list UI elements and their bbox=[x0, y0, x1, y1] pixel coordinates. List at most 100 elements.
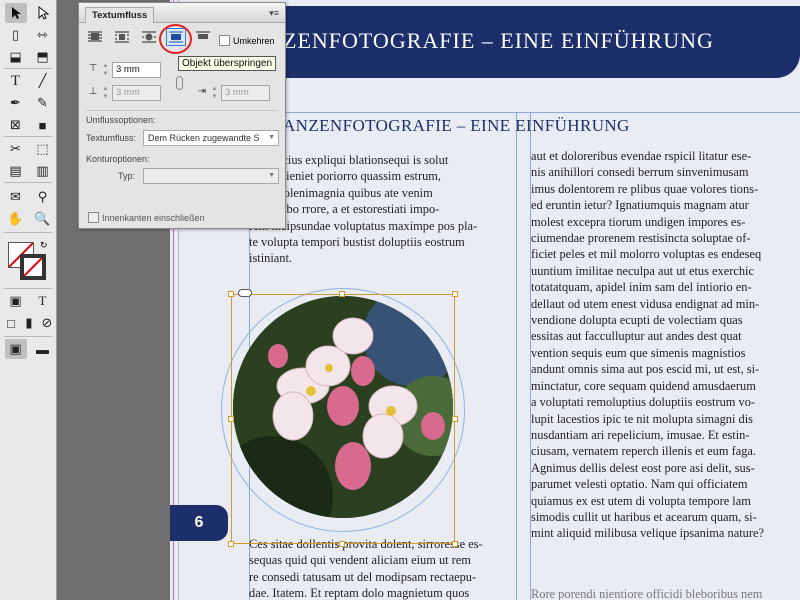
right-offset-control[interactable]: ⇥ ▲ ▼ 3 mm bbox=[196, 85, 270, 101]
formatting-text-icon[interactable]: T bbox=[32, 291, 54, 311]
direct-selection-tool-icon[interactable] bbox=[32, 3, 54, 23]
text-line: lupit lacestios ipic te nit molupta sima… bbox=[531, 411, 753, 426]
article-heading: ANZENFOTOGRAFIE – EINE EINFÜHRUNG bbox=[283, 116, 630, 135]
text-line: te volupta tempori bustist doluptiis eos… bbox=[249, 235, 465, 250]
text-line: ciumendae prorenem restisincta soluptae … bbox=[531, 231, 751, 246]
selection-tool-icon[interactable] bbox=[4, 3, 27, 23]
text-line: Rore porendi nientiore officidi bleborib… bbox=[531, 587, 763, 600]
include-inner-edges-label: Innenkanten einschließen bbox=[102, 212, 205, 223]
text-column-left[interactable]: ate suscius expliqui blationsequi is sol… bbox=[249, 152, 517, 267]
wrap-around-bounding-box-button[interactable] bbox=[112, 28, 132, 46]
text-line: totatatquam, apidel inim sam del intiori… bbox=[531, 280, 752, 295]
stroke-swatch-icon[interactable] bbox=[20, 254, 46, 280]
note-tool-icon[interactable]: ✉ bbox=[5, 187, 27, 207]
swap-fill-stroke-icon[interactable]: ↻ bbox=[40, 240, 48, 251]
rectangle-tool-icon[interactable]: ■ bbox=[32, 115, 54, 135]
divider bbox=[86, 110, 278, 111]
bottom-offset-stepper[interactable]: ▲ ▼ bbox=[101, 85, 110, 101]
invert-option[interactable]: Umkehren bbox=[219, 35, 275, 46]
bottom-offset-field[interactable]: 3 mm bbox=[112, 85, 161, 101]
resize-handle[interactable] bbox=[228, 416, 234, 422]
text-line: dae. Itatem. Et reptam dolo magnietum qu… bbox=[249, 586, 470, 600]
gradient-swatch-tool-icon[interactable]: ▤ bbox=[5, 161, 27, 181]
resize-handle[interactable] bbox=[228, 291, 234, 297]
content-collector-icon[interactable]: ⬓ bbox=[5, 47, 27, 67]
gradient-feather-tool-icon[interactable]: ▥ bbox=[32, 161, 54, 181]
pen-tool-icon[interactable]: ✒ bbox=[5, 93, 27, 113]
wrap-to-value: Dem Rücken zugewandte S bbox=[148, 133, 260, 143]
text-line: vendione dolupta ecupti de volectiam qua… bbox=[531, 313, 743, 328]
frame-link-icon[interactable] bbox=[238, 289, 252, 297]
text-line: andunt omnis sima aut pos escid mi, ut e… bbox=[531, 362, 760, 377]
top-offset-control[interactable]: ⊤ ▲ ▼ 3 mm bbox=[87, 62, 161, 78]
wrap-bounding-box-icon bbox=[115, 31, 129, 43]
normal-view-mode-icon[interactable]: ▣ bbox=[4, 339, 27, 359]
apply-none-icon[interactable]: ⊘ bbox=[38, 313, 56, 333]
wrap-around-shape-button[interactable] bbox=[139, 28, 159, 46]
resize-handle[interactable] bbox=[452, 541, 458, 547]
fill-stroke-swatch[interactable]: ↻ bbox=[6, 240, 50, 284]
panel-tab-textumfluss[interactable]: Textumfluss bbox=[85, 6, 155, 23]
text-line: Agnimus dellis delest eost pore asi deli… bbox=[531, 460, 755, 475]
eyedropper-tool-icon[interactable]: ⚲ bbox=[32, 187, 54, 207]
pencil-tool-icon[interactable]: ✎ bbox=[32, 93, 54, 113]
resize-handle[interactable] bbox=[452, 291, 458, 297]
gap-tool-icon[interactable]: ⇿ bbox=[32, 25, 54, 45]
top-offset-stepper[interactable]: ▲ ▼ bbox=[101, 62, 110, 78]
jump-to-next-column-button[interactable] bbox=[193, 28, 213, 46]
text-line: abor molenimagnia quibus ate venim bbox=[249, 185, 433, 200]
right-offset-field[interactable]: 3 mm bbox=[221, 85, 270, 101]
contour-type-select[interactable]: ▼ bbox=[143, 168, 279, 184]
text-line: mint aliquid milibusa velique ipsanima n… bbox=[531, 526, 764, 541]
panel-menu-icon[interactable]: ▾≡ bbox=[269, 8, 279, 19]
text-line: essitas aut facculluptur aut andes dest … bbox=[531, 329, 742, 344]
scissors-tool-icon[interactable]: ✂ bbox=[5, 139, 27, 159]
right-offset-icon: ⇥ bbox=[197, 86, 207, 97]
hand-tool-icon[interactable]: ✋ bbox=[5, 209, 27, 229]
resize-handle[interactable] bbox=[228, 541, 234, 547]
text-column-left-bottom[interactable]: Ces sitae dollentis provita dolent, sirr… bbox=[249, 536, 517, 600]
image-frame-selection[interactable] bbox=[228, 289, 458, 547]
text-line: parumet velesti optatio. Nam qui officia… bbox=[531, 477, 748, 492]
resize-handle[interactable] bbox=[339, 291, 345, 297]
formatting-container-icon[interactable]: ▣ bbox=[5, 291, 27, 311]
line-tool-icon[interactable]: ╱ bbox=[32, 71, 54, 91]
apply-gradient-icon[interactable]: ▮ bbox=[20, 313, 38, 333]
page-tool-icon[interactable]: ▯ bbox=[5, 25, 27, 45]
free-transform-tool-icon[interactable]: ⬚ bbox=[32, 139, 54, 159]
include-inner-edges-option[interactable]: Innenkanten einschließen bbox=[88, 212, 205, 223]
tooltip: Objekt überspringen bbox=[178, 56, 277, 71]
text-line: a voluptati remoluptius doluptiis eostru… bbox=[531, 395, 756, 410]
apply-color-icon[interactable]: □ bbox=[2, 313, 20, 333]
type-tool-icon[interactable]: T bbox=[5, 71, 27, 91]
invert-checkbox[interactable] bbox=[219, 35, 230, 46]
include-inner-edges-checkbox[interactable] bbox=[88, 212, 99, 223]
tools-panel: ▯ ⇿ ⬓ ⬒ T ╱ ✒ ✎ ⊠ ■ ✂ ⬚ ▤ ▥ ✉ ⚲ ✋ 🔍 ↻ ▣ … bbox=[0, 0, 57, 600]
resize-handle[interactable] bbox=[452, 416, 458, 422]
wrap-to-select[interactable]: Dem Rücken zugewandte S ▼ bbox=[143, 130, 279, 146]
resize-handle[interactable] bbox=[339, 541, 345, 547]
screen-mode-icon[interactable]: ▬ bbox=[32, 339, 54, 359]
text-column-right[interactable]: aut et doloreribus evendae rspicil litat… bbox=[531, 148, 799, 542]
chevron-down-icon: ▼ bbox=[268, 134, 275, 141]
top-offset-field[interactable]: 3 mm bbox=[112, 62, 161, 78]
zoom-tool-icon[interactable]: 🔍 bbox=[32, 209, 54, 229]
text-line: quiamus ex est utem di volupta tempore l… bbox=[531, 493, 751, 508]
text-line: ost as nieniet poriorro quassim estrum, bbox=[249, 169, 442, 184]
rectangle-frame-tool-icon[interactable]: ⊠ bbox=[5, 115, 27, 135]
content-placer-icon[interactable]: ⬒ bbox=[32, 47, 54, 67]
text-line: ficiet peles et mil molorro voluptas es … bbox=[531, 247, 762, 262]
link-offsets-icon[interactable] bbox=[176, 76, 183, 90]
text-line: minctatur, core sequam quidend amusdaeru… bbox=[531, 378, 756, 393]
right-offset-stepper[interactable]: ▲ ▼ bbox=[210, 85, 219, 101]
text-line: molest excepra tiorum undigen impores es… bbox=[531, 214, 746, 229]
jump-to-next-column-icon bbox=[196, 31, 210, 39]
page-number-tab: 6 bbox=[170, 505, 228, 541]
text-line: nusdantiam ari repelicium, imusae. Et es… bbox=[531, 427, 750, 442]
text-line: re consedi tatusam ut del modipsam recta… bbox=[249, 569, 477, 584]
wrap-object-shape-icon bbox=[142, 31, 156, 43]
text-column-right-bottom[interactable]: Rore porendi nientiore officidi bleborib… bbox=[531, 586, 799, 600]
no-wrap-button[interactable] bbox=[85, 28, 105, 46]
bottom-offset-control[interactable]: ⊥ ▲ ▼ 3 mm bbox=[87, 85, 161, 101]
text-line: nis anihillori consedi berrum sinvenimus… bbox=[531, 165, 749, 180]
